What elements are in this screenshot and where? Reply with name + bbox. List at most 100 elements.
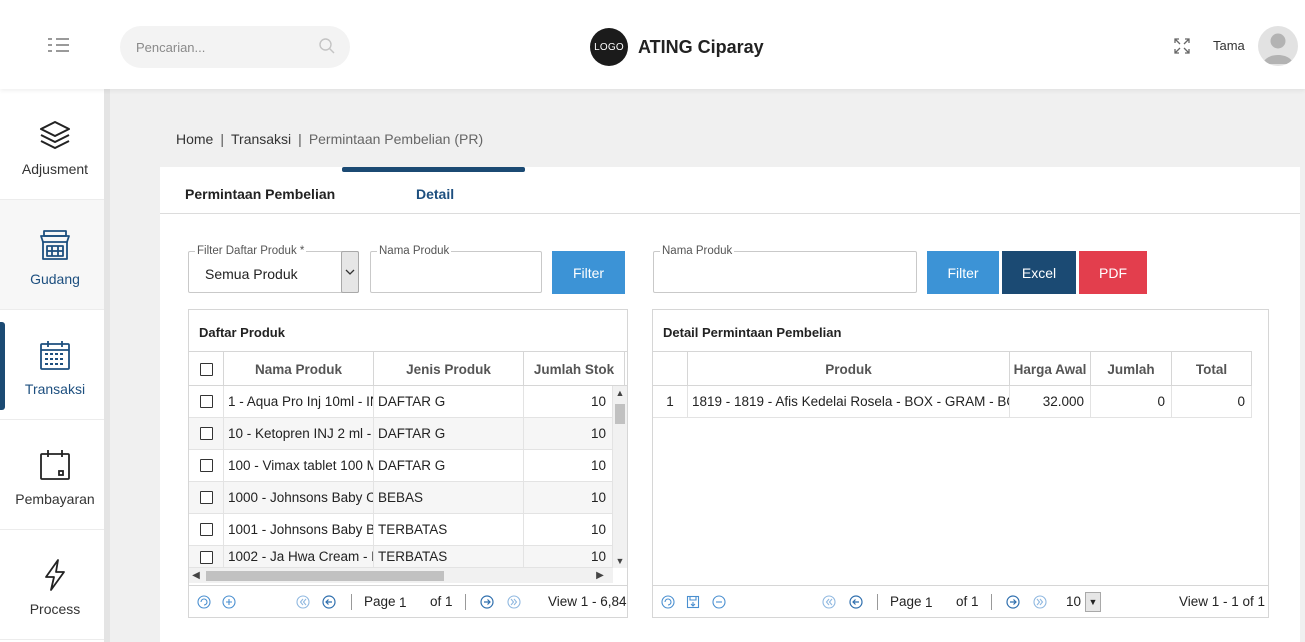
product-cell: 1819 - 1819 - Afis Kedelai Rosela - BOX …: [688, 386, 1010, 417]
first-page-icon[interactable]: [296, 595, 310, 609]
product-grid: Daftar Produk Nama Produk Jenis Produk J…: [188, 309, 628, 618]
search-icon[interactable]: [318, 37, 336, 55]
table-row[interactable]: 10 - Ketopren INJ 2 ml - II DAFTAR G 10: [189, 418, 613, 450]
column-header[interactable]: Jenis Produk: [374, 352, 524, 386]
chevron-down-icon[interactable]: ▼: [1085, 592, 1101, 612]
horizontal-scrollbar[interactable]: ◀ ▶: [189, 568, 613, 583]
total-cell: 0: [1172, 386, 1252, 417]
nama-produk-input-left[interactable]: [379, 266, 532, 281]
sidebar-item-pembayaran[interactable]: Pembayaran: [0, 420, 110, 530]
active-tab-indicator: [342, 167, 525, 172]
chevron-down-icon[interactable]: [341, 251, 359, 293]
row-checkbox-cell: [189, 546, 224, 567]
table-row[interactable]: 1001 - Johnsons Baby Be TERBATAS 10: [189, 514, 613, 546]
scroll-thumb[interactable]: [206, 571, 444, 581]
table-row[interactable]: 1002 - Ja Hwa Cream - P TERBATAS 10: [189, 546, 613, 568]
page-number-input[interactable]: [925, 593, 949, 611]
excel-button[interactable]: Excel: [1002, 251, 1076, 294]
first-page-icon[interactable]: [822, 595, 836, 609]
pager-divider: [991, 594, 992, 610]
row-checkbox[interactable]: [199, 523, 213, 536]
nama-produk-field-left: Nama Produk: [370, 245, 542, 293]
view-range: View 1 - 1 of 1: [1179, 594, 1266, 609]
row-checkbox[interactable]: [199, 395, 213, 408]
scroll-down-icon[interactable]: ▼: [613, 554, 627, 568]
pager-divider: [877, 594, 878, 610]
sidebar-scrollbar[interactable]: [104, 89, 110, 642]
row-checkbox-cell: [189, 450, 224, 481]
select-all-checkbox[interactable]: [199, 362, 213, 376]
store-icon: [38, 228, 72, 262]
brand: LOGO ATING Ciparay: [590, 27, 764, 67]
breadcrumb-transaksi[interactable]: Transaksi: [231, 131, 291, 147]
breadcrumb-current: Permintaan Pembelian (PR): [308, 131, 484, 147]
row-checkbox[interactable]: [199, 459, 213, 472]
logo: LOGO: [590, 28, 628, 66]
last-page-icon[interactable]: [1033, 595, 1047, 609]
calendar-grid-icon: [38, 338, 72, 372]
fullscreen-icon[interactable]: [1173, 37, 1191, 55]
username[interactable]: Tama: [1213, 38, 1245, 53]
add-icon[interactable]: [222, 595, 236, 609]
nama-produk-input-right[interactable]: [662, 266, 898, 281]
sidebar-item-label: Transaksi: [24, 381, 86, 397]
last-page-icon[interactable]: [507, 595, 521, 609]
row-number-header: [653, 352, 688, 386]
column-header[interactable]: Total: [1172, 352, 1252, 386]
next-page-icon[interactable]: [1006, 595, 1020, 609]
column-header[interactable]: Jumlah: [1091, 352, 1172, 386]
column-header[interactable]: Jumlah Stok: [524, 352, 625, 386]
product-type-cell: DAFTAR G: [374, 386, 524, 417]
pager: Page of 1 10 ▼ View 1 - 1 of 1: [653, 585, 1268, 617]
scroll-thumb[interactable]: [615, 404, 625, 424]
sidebar-item-label: Pembayaran: [15, 491, 95, 507]
menu-toggle-icon[interactable]: [48, 37, 70, 53]
table-row[interactable]: 1000 - Johnsons Baby Cr BEBAS 10: [189, 482, 613, 514]
prev-page-icon[interactable]: [322, 595, 336, 609]
table-row[interactable]: 1 - Aqua Pro Inj 10ml - IN DAFTAR G 10: [189, 386, 613, 418]
field-legend: Nama Produk: [660, 245, 735, 257]
tab-permintaan-pembelian[interactable]: Permintaan Pembelian: [185, 186, 335, 202]
avatar[interactable]: [1258, 26, 1298, 66]
top-header: LOGO ATING Ciparay Tama: [0, 0, 1305, 89]
tab-detail[interactable]: Detail: [416, 186, 454, 202]
breadcrumb-home[interactable]: Home: [176, 131, 213, 147]
refresh-icon[interactable]: [661, 595, 675, 609]
page-number-input[interactable]: [399, 593, 423, 611]
column-header[interactable]: Produk: [688, 352, 1010, 386]
product-name-cell: 10 - Ketopren INJ 2 ml - II: [224, 418, 374, 449]
product-type-cell: DAFTAR G: [374, 450, 524, 481]
save-icon[interactable]: [686, 595, 700, 609]
table-row[interactable]: 1 1819 - 1819 - Afis Kedelai Rosela - BO…: [653, 386, 1252, 418]
filter-button-left[interactable]: Filter: [552, 251, 625, 294]
row-checkbox-cell: [189, 418, 224, 449]
row-checkbox[interactable]: [199, 427, 213, 440]
page-label: Page: [364, 594, 396, 609]
pager-divider: [351, 594, 352, 610]
column-header[interactable]: Nama Produk: [224, 352, 374, 386]
row-checkbox[interactable]: [199, 551, 213, 564]
sidebar-item-gudang[interactable]: Gudang: [0, 200, 110, 310]
next-page-icon[interactable]: [480, 595, 494, 609]
grid-header: Produk Harga Awal Jumlah Total: [653, 351, 1252, 386]
scroll-left-icon[interactable]: ◀: [189, 568, 203, 583]
filter-daftar-produk-select[interactable]: Filter Daftar Produk * Semua Produk: [188, 245, 359, 293]
row-checkbox[interactable]: [199, 491, 213, 504]
scroll-up-icon[interactable]: ▲: [613, 386, 627, 400]
vertical-scrollbar[interactable]: ▲ ▼: [613, 386, 627, 568]
column-header[interactable]: Harga Awal: [1010, 352, 1091, 386]
sidebar-item-label: Gudang: [30, 271, 80, 287]
prev-page-icon[interactable]: [849, 595, 863, 609]
filter-button-right[interactable]: Filter: [927, 251, 999, 294]
search-input[interactable]: [136, 37, 316, 57]
remove-icon[interactable]: [712, 595, 726, 609]
sidebar-item-adjusment[interactable]: Adjusment: [0, 90, 110, 200]
refresh-icon[interactable]: [197, 595, 211, 609]
quantity-cell[interactable]: 0: [1091, 386, 1172, 417]
sidebar-item-transaksi[interactable]: Transaksi: [0, 310, 110, 420]
rows-per-page-select[interactable]: 10 ▼: [1063, 592, 1101, 612]
sidebar-item-process[interactable]: Process: [0, 530, 110, 640]
table-row[interactable]: 100 - Vimax tablet 100 M DAFTAR G 10: [189, 450, 613, 482]
scroll-right-icon[interactable]: ▶: [593, 568, 607, 583]
pdf-button[interactable]: PDF: [1079, 251, 1147, 294]
